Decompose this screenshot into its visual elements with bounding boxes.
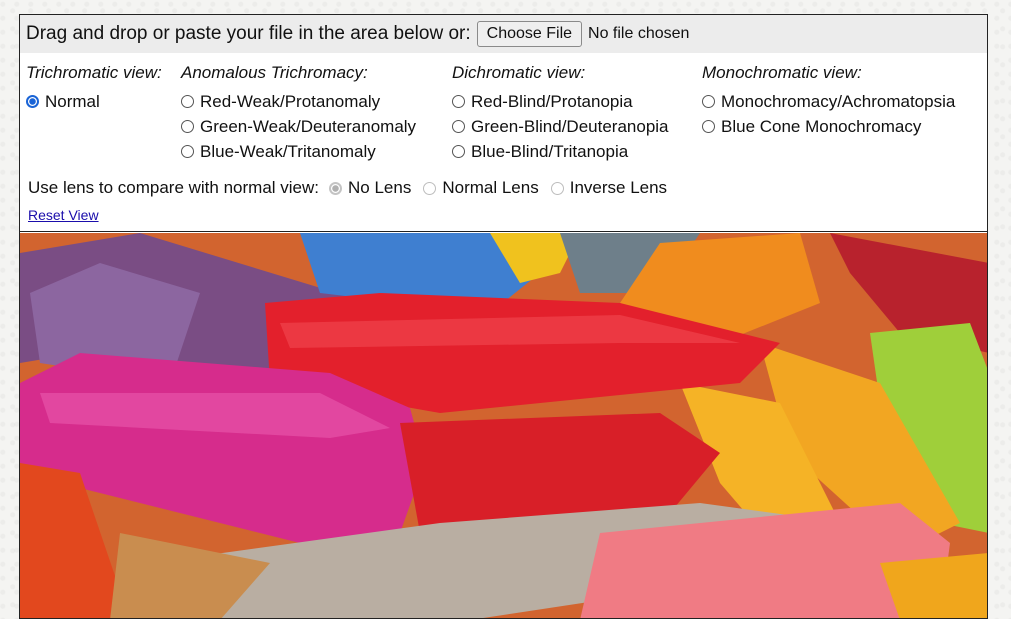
option-label: Monochromacy/Achromatopsia xyxy=(721,91,956,111)
radio-tritanomaly[interactable] xyxy=(181,145,194,158)
radio-inverse-lens[interactable] xyxy=(550,181,564,195)
anomalous-heading: Anomalous Trichromacy: xyxy=(181,63,368,82)
option-label: No Lens xyxy=(348,178,412,197)
option-no-lens[interactable]: No Lens xyxy=(329,177,411,199)
option-normal-lens[interactable]: Normal Lens xyxy=(423,177,539,199)
reset-view-link[interactable]: Reset View xyxy=(28,207,99,223)
radio-normal-lens[interactable] xyxy=(423,181,437,195)
simulator-panel: Drag and drop or paste your file in the … xyxy=(19,14,988,619)
radio-achromatopsia[interactable] xyxy=(702,95,715,108)
radio-blue-cone[interactable] xyxy=(702,120,715,133)
file-status: No file chosen xyxy=(588,25,690,42)
option-label: Green-Weak/Deuteranomaly xyxy=(200,116,417,136)
upload-bar[interactable]: Drag and drop or paste your file in the … xyxy=(20,15,987,53)
option-normal[interactable]: Normal xyxy=(26,89,162,114)
upload-prompt: Drag and drop or paste your file in the … xyxy=(26,23,471,44)
monochromatic-group: Monochromatic view: Monochromacy/Achroma… xyxy=(702,63,955,139)
option-label: Red-Blind/Protanopia xyxy=(471,91,633,111)
option-label: Blue-Weak/Tritanomaly xyxy=(200,141,376,161)
radio-tritanopia[interactable] xyxy=(452,145,465,158)
trichromatic-heading: Trichromatic view: xyxy=(26,63,162,82)
option-protanopia[interactable]: Red-Blind/Protanopia xyxy=(452,89,669,114)
choose-file-button[interactable]: Choose File xyxy=(476,21,583,47)
monochromatic-heading: Monochromatic view: xyxy=(702,63,862,82)
option-label: Red-Weak/Protanomaly xyxy=(200,91,381,111)
radio-protanomaly[interactable] xyxy=(181,95,194,108)
dichromatic-group: Dichromatic view: Red-Blind/Protanopia G… xyxy=(452,63,669,164)
lens-label: Use lens to compare with normal view: xyxy=(28,178,320,197)
radio-deuteranopia[interactable] xyxy=(452,120,465,133)
option-label: Normal Lens xyxy=(442,178,539,197)
option-inverse-lens[interactable]: Inverse Lens xyxy=(550,177,668,199)
option-label: Blue-Blind/Tritanopia xyxy=(471,141,629,161)
option-deuteranopia[interactable]: Green-Blind/Deuteranopia xyxy=(452,114,669,139)
view-options: Trichromatic view: Normal Anomalous Tric… xyxy=(20,53,987,173)
option-tritanopia[interactable]: Blue-Blind/Tritanopia xyxy=(452,139,669,164)
lens-row: Use lens to compare with normal view: No… xyxy=(28,177,679,199)
anomalous-group: Anomalous Trichromacy: Red-Weak/Protanom… xyxy=(181,63,416,164)
radio-normal[interactable] xyxy=(26,95,39,108)
radio-protanopia[interactable] xyxy=(452,95,465,108)
dichromatic-heading: Dichromatic view: xyxy=(452,63,586,82)
crayons-illustration xyxy=(20,233,987,618)
divider xyxy=(20,231,987,232)
option-protanomaly[interactable]: Red-Weak/Protanomaly xyxy=(181,89,416,114)
option-label: Blue Cone Monochromacy xyxy=(721,116,922,136)
option-deuteranomaly[interactable]: Green-Weak/Deuteranomaly xyxy=(181,114,416,139)
option-label: Normal xyxy=(45,91,100,111)
trichromatic-group: Trichromatic view: Normal xyxy=(26,63,162,114)
crayons-photo[interactable] xyxy=(20,233,987,618)
option-label: Green-Blind/Deuteranopia xyxy=(471,116,669,136)
option-tritanomaly[interactable]: Blue-Weak/Tritanomaly xyxy=(181,139,416,164)
option-label: Inverse Lens xyxy=(569,178,668,197)
radio-deuteranomaly[interactable] xyxy=(181,120,194,133)
option-blue-cone[interactable]: Blue Cone Monochromacy xyxy=(702,114,955,139)
option-achromatopsia[interactable]: Monochromacy/Achromatopsia xyxy=(702,89,955,114)
radio-no-lens[interactable] xyxy=(329,181,343,195)
